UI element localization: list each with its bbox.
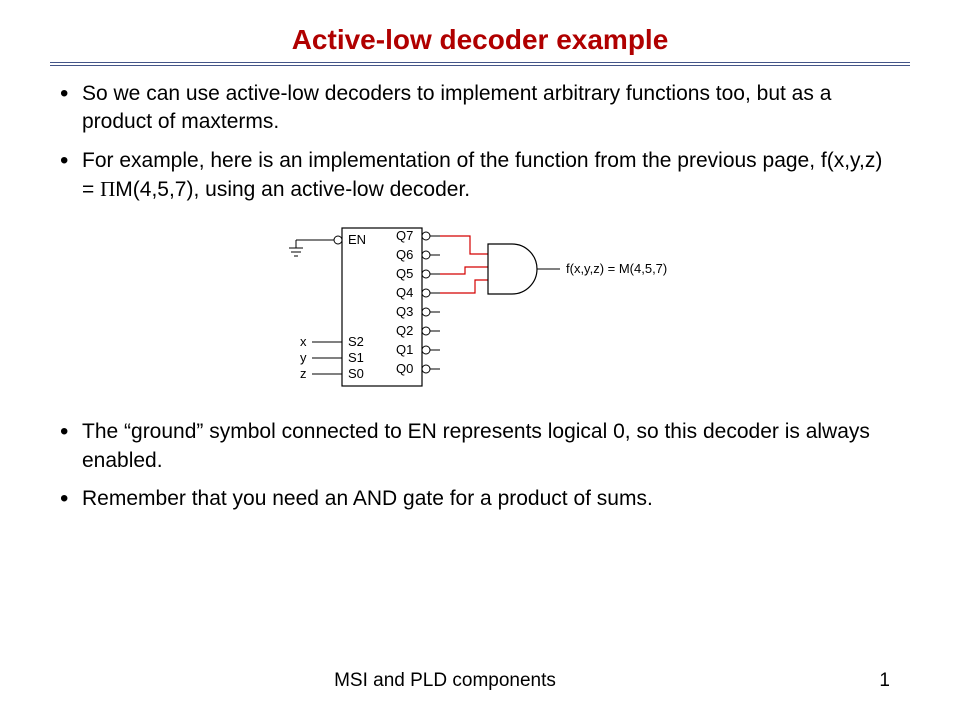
- q2-label: Q2: [396, 323, 413, 338]
- input-z: z: [300, 366, 307, 381]
- bullet-3: The “ground” symbol connected to EN repr…: [78, 418, 900, 475]
- slide-title: Active-low decoder example: [50, 24, 910, 56]
- q4-label: Q4: [396, 285, 413, 300]
- bullet-list: So we can use active-low decoders to imp…: [50, 80, 910, 204]
- input-y: y: [300, 350, 307, 365]
- q3-label: Q3: [396, 304, 413, 319]
- diagram-container: EN x y z S2 S1 S0 Q7 Q6 Q5 Q4 Q3 Q2 Q1 Q…: [50, 214, 910, 404]
- q1-label: Q1: [396, 342, 413, 357]
- title-rule: [50, 62, 910, 66]
- q0-label: Q0: [396, 361, 413, 376]
- fn-label: f(x,y,z) = M(4,5,7): [566, 261, 667, 276]
- bullet-2: For example, here is an implementation o…: [78, 147, 900, 205]
- decoder-diagram: EN x y z S2 S1 S0 Q7 Q6 Q5 Q4 Q3 Q2 Q1 Q…: [250, 214, 710, 404]
- s0-label: S0: [348, 366, 364, 381]
- s1-label: S1: [348, 350, 364, 365]
- input-x: x: [300, 334, 307, 349]
- en-label: EN: [348, 232, 366, 247]
- bullet-2-text-post: M(4,5,7), using an active-low decoder.: [115, 178, 470, 201]
- en-bubble: [334, 236, 342, 244]
- and-gate: [488, 244, 537, 294]
- bullet-list-2: The “ground” symbol connected to EN repr…: [50, 418, 910, 513]
- footer-text: MSI and PLD components: [0, 670, 890, 692]
- slide: Active-low decoder example So we can use…: [0, 0, 960, 720]
- bullet-1: So we can use active-low decoders to imp…: [78, 80, 900, 137]
- q5-label: Q5: [396, 266, 413, 281]
- s2-label: S2: [348, 334, 364, 349]
- pi-symbol: Π: [100, 177, 115, 201]
- q6-label: Q6: [396, 247, 413, 262]
- q7-label: Q7: [396, 228, 413, 243]
- bullet-4: Remember that you need an AND gate for a…: [78, 485, 900, 513]
- page-number: 1: [879, 670, 890, 692]
- output-stubs: [422, 232, 440, 373]
- red-wires: [440, 236, 488, 293]
